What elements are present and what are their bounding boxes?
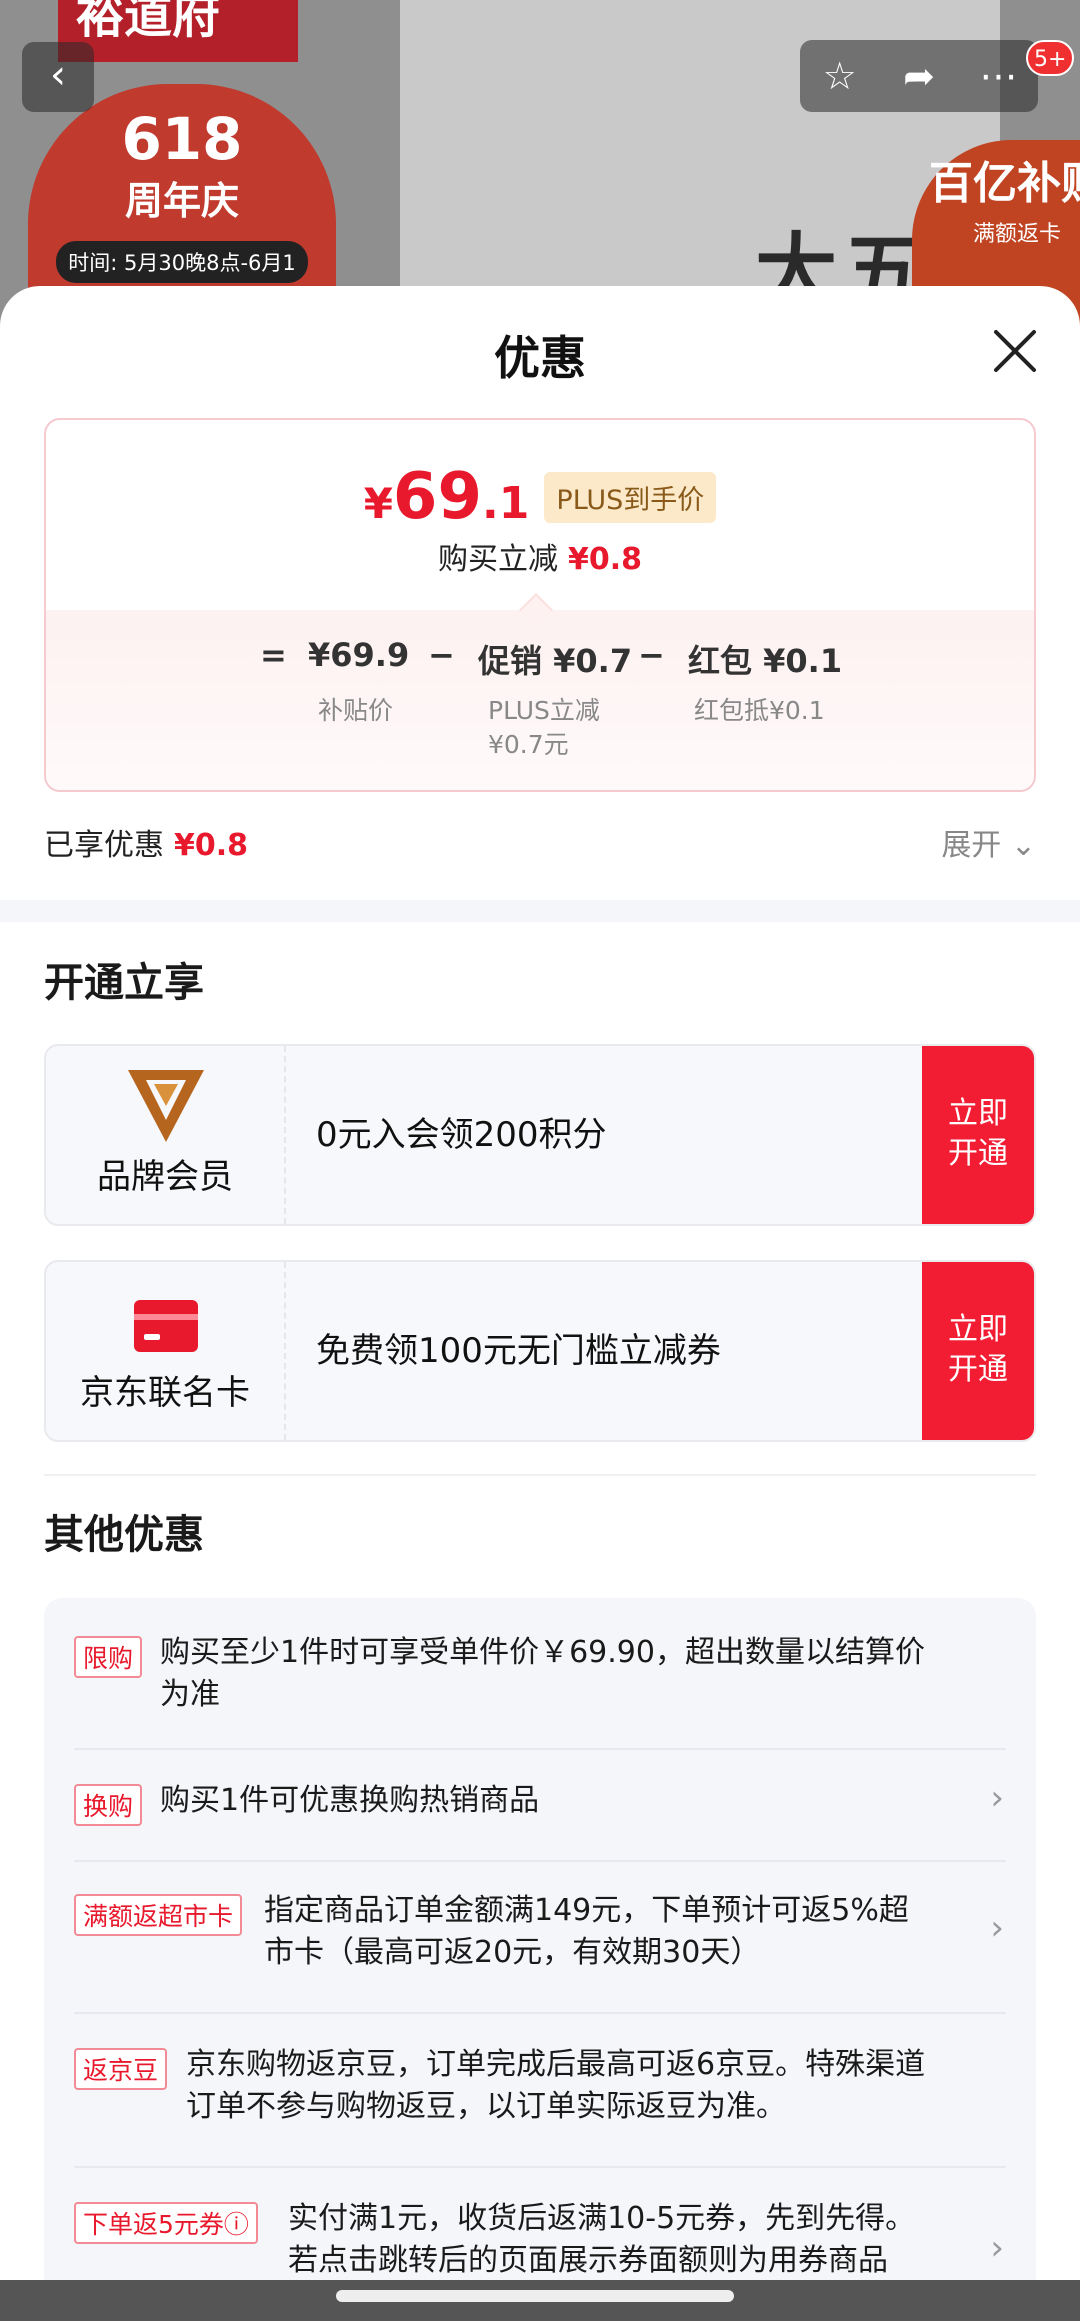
brand-v-icon (128, 1070, 204, 1142)
expand-label: 展开 (941, 828, 1002, 863)
jd-card-label: 京东联名卡 (80, 1373, 250, 1413)
jd-card-card: 京东联名卡 免费领100元无门槛立减券 立即 开通 (44, 1260, 1036, 1442)
brand-member-open-button[interactable]: 立即 开通 (922, 1046, 1034, 1224)
back-button[interactable]: ‹ (22, 42, 94, 112)
price-card: ¥69.1 PLUS到手价 购买立减 ¥0.8 = ¥69.9 补贴价 − 促销 … (44, 418, 1036, 792)
other-discounts-box: 限购 购买至少1件时可享受单件价￥69.90，超出数量以结算价 为准 换购 购买… (44, 1598, 1036, 2321)
subsidy-sub: 满额返卡 (972, 222, 1061, 247)
promo-time: 时间: 5月30晚8点-6月1 (56, 241, 308, 283)
enjoyed-value: ¥0.8 (174, 828, 249, 863)
top-actions-bar: ☆ ➦ ⋯ (800, 40, 1038, 112)
item-text-line1: 京东购物返京豆，订单完成后最高可返6京豆。特殊渠道 (186, 2047, 926, 2082)
tag-xiangou: 限购 (74, 1636, 143, 1678)
reduce-value: ¥0.8 (567, 542, 643, 577)
chevron-right-icon: › (990, 2228, 1004, 2268)
list-item-huangou[interactable]: 换购 购买1件可优惠换购热销商品 › (74, 1778, 1004, 1830)
open-button-line1: 立即 (948, 1096, 1008, 1131)
enjoyed-discount-row: 已享优惠 ¥0.8 展开 ⌄ (44, 820, 1036, 864)
chevron-right-icon: › (990, 1778, 1004, 1818)
other-section-title: 其他优惠 (44, 1512, 204, 1558)
store-header: 裕道府 (58, 0, 298, 62)
list-item-coupon-return[interactable]: 下单返5元券ⓘ 实付满1元，收货后返满10-5元券，先到先得。 若点击跳转后的页… (74, 2198, 1004, 2288)
reduce-label: 购买立减 (437, 542, 558, 577)
item-separator (74, 1860, 1006, 1862)
open-button-line1: 立即 (948, 1312, 1008, 1347)
enjoyed-label: 已享优惠 (44, 828, 164, 863)
price-integer: 69 (392, 460, 482, 534)
promo-big-text: 618 (121, 105, 243, 173)
item-separator (74, 2166, 1006, 2168)
share-icon[interactable]: ➦ (884, 54, 954, 98)
item-text-line1: 购买至少1件时可享受单件价￥69.90，超出数量以结算价 (160, 1635, 925, 1670)
close-icon[interactable] (990, 326, 1040, 376)
formula-subsidy-label: 补贴价 (318, 696, 394, 725)
formula-minus-2: − (638, 636, 665, 674)
price-decimal: .1 (481, 478, 530, 529)
item-text-line1: 实付满1元，收货后返满10-5元券，先到先得。 (288, 2201, 916, 2236)
open-button-line2: 开通 (948, 1136, 1008, 1171)
reduce-line: 购买立减 ¥0.8 (46, 534, 1034, 578)
formula-promo: 促销 ¥0.7 (478, 642, 633, 680)
item-text-line2: 为准 (160, 1677, 220, 1712)
star-icon[interactable]: ☆ (805, 54, 875, 98)
message-badge: 5+ (1026, 40, 1075, 76)
item-text-line2: 市卡（最高可返20元，有效期30天） (264, 1935, 761, 1970)
formula-equals: = (260, 636, 287, 674)
expand-button[interactable]: 展开 ⌄ (941, 820, 1036, 864)
plus-price-badge: PLUS到手价 (544, 471, 717, 523)
home-indicator[interactable] (336, 2290, 734, 2302)
item-text-line2: 订单不参与购物返豆，以订单实际返豆为准。 (186, 2089, 786, 2124)
formula-promo-label-1: PLUS立减 (488, 696, 600, 725)
list-item-xiangou: 限购 购买至少1件时可享受单件价￥69.90，超出数量以结算价 为准 (74, 1632, 1004, 1722)
section-divider (0, 900, 1080, 922)
formula-hongbao-label: 红包抵¥0.1 (694, 696, 825, 725)
item-separator (74, 2012, 1006, 2014)
tag-coupon-return: 下单返5元券ⓘ (74, 2202, 258, 2244)
tag-jingdou: 返京豆 (74, 2048, 168, 2090)
item-text-line2: 若点击跳转后的页面展示券面额则为用券商品 (288, 2243, 888, 2278)
credit-card-icon (134, 1300, 198, 1352)
list-item-supermarket-card[interactable]: 满额返超市卡 指定商品订单金额满149元，下单预计可返5%超 市卡（最高可返20… (74, 1890, 1004, 1980)
open-button-line2: 开通 (948, 1352, 1008, 1387)
brand-member-left: 品牌会员 (46, 1046, 286, 1224)
item-separator (74, 1748, 1006, 1750)
sheet-title: 优惠 (494, 331, 586, 385)
formula-minus-1: − (428, 636, 455, 674)
tag-supermarket-card: 满额返超市卡 (74, 1894, 243, 1936)
jd-card-left: 京东联名卡 (46, 1262, 286, 1440)
final-price: ¥69.1 (364, 460, 530, 534)
chevron-down-icon: ⌄ (1010, 828, 1036, 863)
formula-promo-label-2: ¥0.7元 (488, 730, 569, 759)
formula-subsidy-price: ¥69.9 (308, 636, 410, 674)
item-text-line1: 购买1件可优惠换购热销商品 (160, 1783, 540, 1818)
more-icon[interactable]: ⋯ (963, 54, 1033, 98)
subsidy-title: 百亿补贴 (929, 158, 1080, 209)
list-item-jingdou: 返京豆 京东购物返京豆，订单完成后最高可返6京豆。特殊渠道 订单不参与购物返豆，… (74, 2044, 1004, 2134)
discount-sheet: 优惠 ¥69.1 PLUS到手价 购买立减 ¥0.8 = ¥69.9 补贴价 − … (0, 286, 1080, 2321)
item-text-line1: 指定商品订单金额满149元，下单预计可返5%超 (264, 1893, 909, 1928)
final-price-line: ¥69.1 PLUS到手价 (46, 460, 1034, 534)
tag-huangou: 换购 (74, 1784, 143, 1826)
section-separator (44, 1474, 1036, 1476)
open-section-title: 开通立享 (44, 960, 204, 1006)
formula-hongbao: 红包 ¥0.1 (688, 642, 843, 680)
price-currency: ¥ (363, 479, 393, 528)
jd-card-desc: 免费领100元无门槛立减券 (316, 1331, 721, 1371)
chevron-right-icon: › (990, 1908, 1004, 1948)
brand-member-card: 品牌会员 0元入会领200积分 立即 开通 (44, 1044, 1036, 1226)
chevron-left-icon: ‹ (50, 52, 66, 98)
brand-member-label: 品牌会员 (97, 1157, 233, 1197)
promo-sub-text: 周年庆 (124, 179, 239, 223)
brand-member-desc: 0元入会领200积分 (316, 1115, 607, 1155)
jd-card-open-button[interactable]: 立即 开通 (922, 1262, 1034, 1440)
